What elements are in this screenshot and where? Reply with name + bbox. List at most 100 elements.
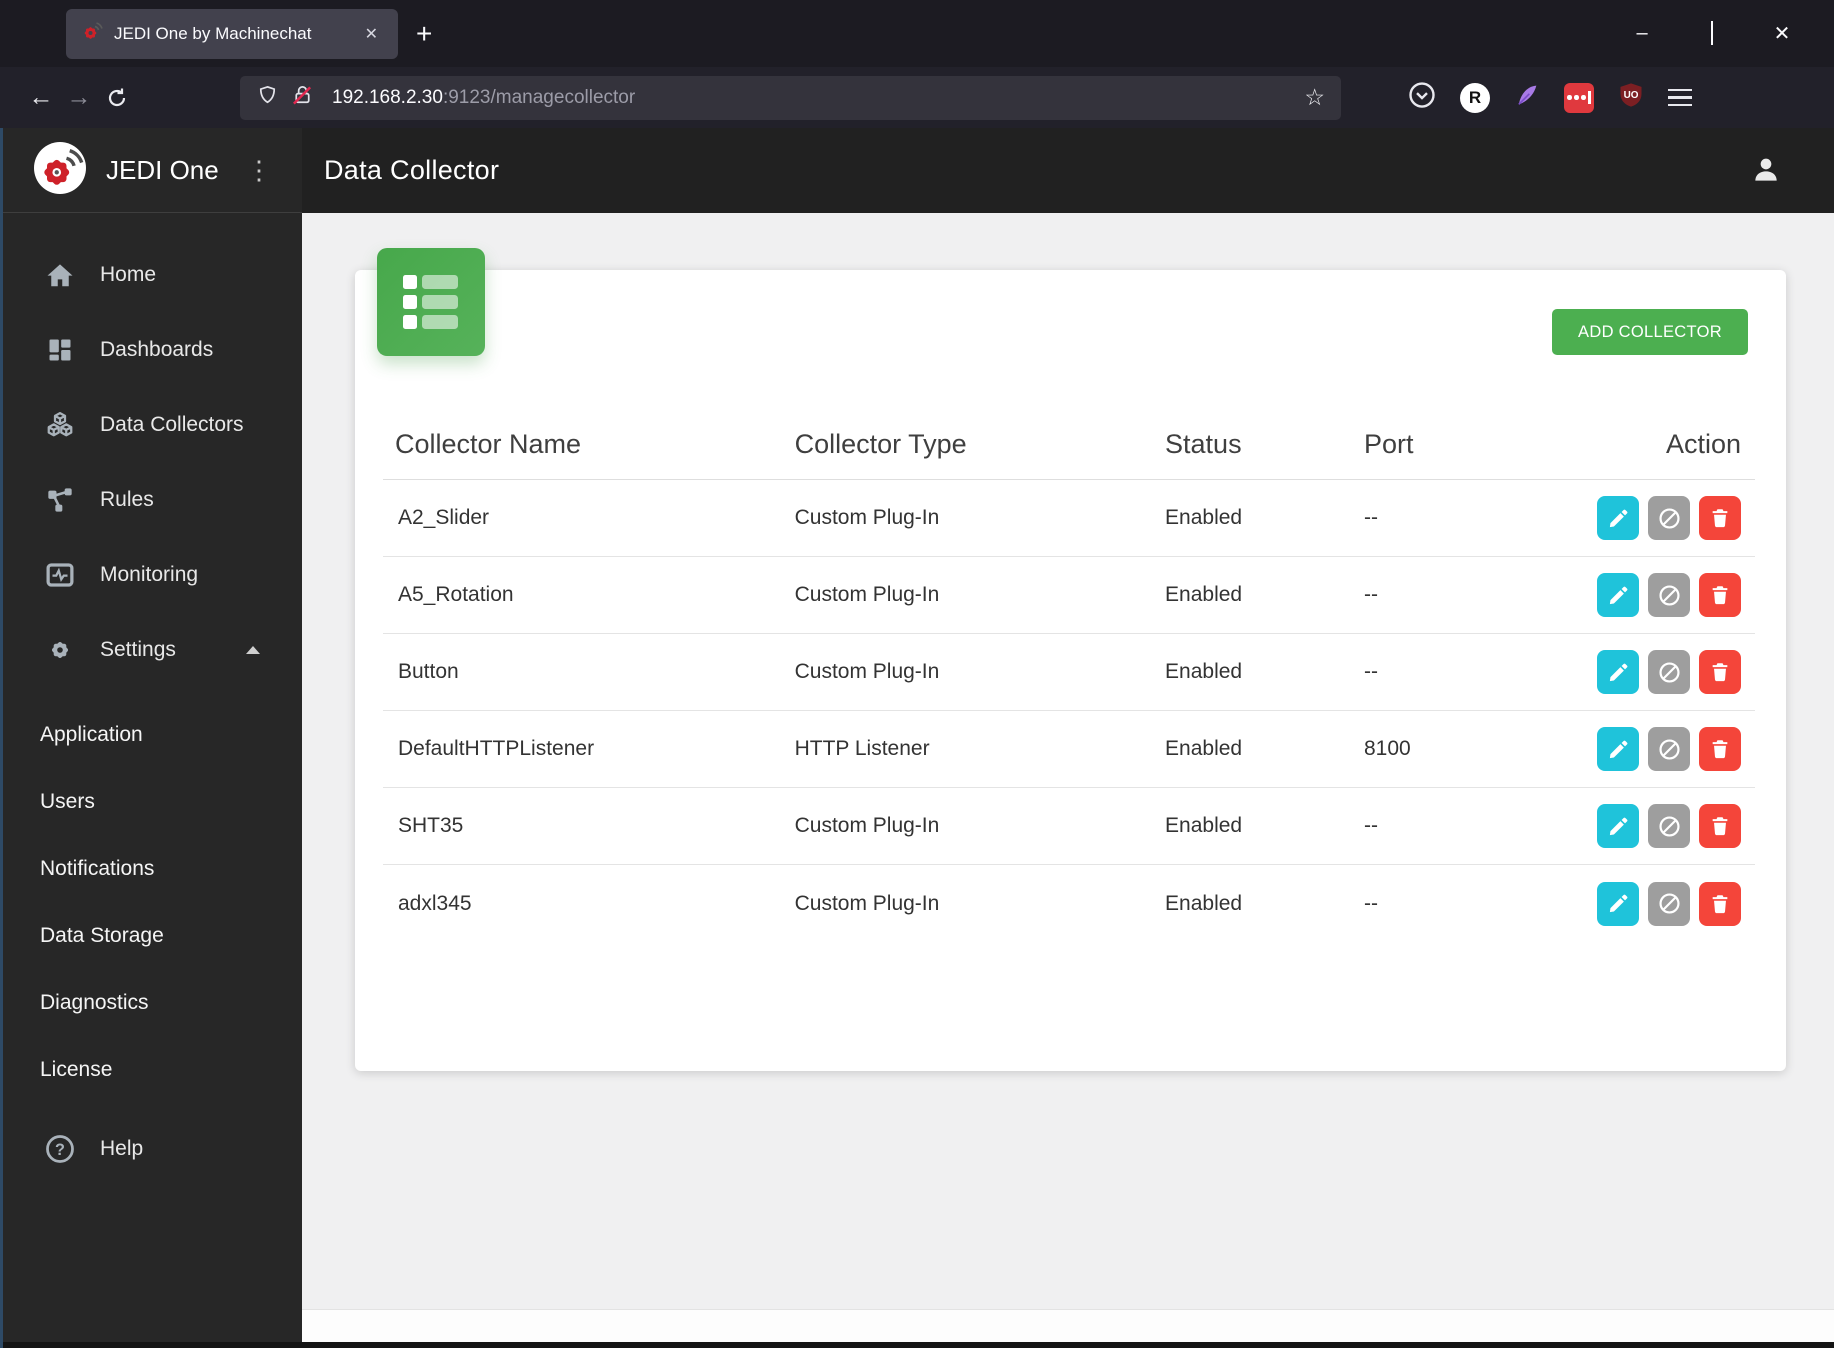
collector-table-body: A2_Slider Custom Plug-In Enabled -- A5_R…	[383, 480, 1755, 942]
collector-list-tile-icon	[377, 248, 485, 356]
minimize-button[interactable]: –	[1630, 22, 1654, 45]
sidebar-sub-license[interactable]: License	[0, 1036, 302, 1103]
collector-type-cell: Custom Plug-In	[794, 583, 940, 606]
account-person-icon[interactable]	[1750, 154, 1782, 191]
window-controls: – ✕	[1630, 0, 1834, 67]
data-collectors-icon	[44, 410, 76, 440]
edit-button[interactable]	[1597, 650, 1639, 694]
delete-button[interactable]	[1699, 727, 1741, 771]
delete-button[interactable]	[1699, 650, 1741, 694]
browser-tab[interactable]: JEDI One by Machinechat ✕	[66, 8, 398, 59]
edit-button[interactable]	[1597, 496, 1639, 540]
status-cell: Enabled	[1165, 814, 1243, 837]
brand-name: JEDI One	[106, 154, 219, 185]
table-row: A2_Slider Custom Plug-In Enabled --	[383, 480, 1755, 557]
main-content: Data Collector ADD COLLECTOR Collector N…	[302, 128, 1834, 1348]
sidebar-sub-label: License	[40, 1057, 113, 1081]
edit-button[interactable]	[1597, 727, 1639, 771]
url-path: :9123/managecollector	[442, 86, 636, 108]
delete-button[interactable]	[1699, 881, 1741, 926]
sidebar-item-home[interactable]: Home	[0, 237, 302, 312]
taskbar-edge	[0, 1342, 1834, 1348]
new-tab-button[interactable]: +	[416, 18, 432, 50]
url-text[interactable]: 192.168.2.30:9123/managecollector	[332, 87, 1292, 109]
table-row: DefaultHTTPListener HTTP Listener Enable…	[383, 711, 1755, 788]
settings-gear-icon	[44, 636, 76, 664]
port-cell: --	[1363, 891, 1378, 915]
sidebar-item-rules[interactable]: Rules	[0, 462, 302, 537]
sidebar-sub-data-storage[interactable]: Data Storage	[0, 902, 302, 969]
col-port: Port	[1363, 429, 1414, 459]
sidebar-sub-users[interactable]: Users	[0, 768, 302, 835]
bookmark-star-icon[interactable]: ☆	[1304, 84, 1325, 111]
r-extension-icon[interactable]: R	[1460, 82, 1490, 113]
disable-button[interactable]	[1648, 881, 1690, 926]
sidebar-sub-label: Diagnostics	[40, 990, 149, 1014]
add-collector-button[interactable]: ADD COLLECTOR	[1552, 309, 1748, 355]
sidebar-item-label: Rules	[100, 487, 154, 511]
tracking-shield-icon[interactable]	[256, 84, 279, 112]
status-cell: Enabled	[1165, 737, 1243, 760]
disable-button[interactable]	[1648, 727, 1690, 771]
collector-type-cell: Custom Plug-In	[794, 506, 940, 529]
collector-name-cell: A5_Rotation	[398, 583, 514, 606]
insecure-lock-icon[interactable]	[291, 84, 314, 112]
disable-button[interactable]	[1648, 573, 1690, 617]
port-cell: --	[1363, 660, 1378, 683]
sidebar-item-monitoring[interactable]: Monitoring	[0, 537, 302, 612]
collector-name-cell: DefaultHTTPListener	[398, 737, 595, 760]
sidebar-item-settings[interactable]: Settings	[0, 612, 302, 687]
action-cell	[1563, 573, 1755, 617]
sidebar-item-data-collectors[interactable]: Data Collectors	[0, 387, 302, 462]
browser-toolbar: ← → 192.168.2.30:9123/managecollector ☆	[0, 67, 1834, 128]
col-collector-type: Collector Type	[794, 429, 967, 459]
sidebar-item-label: Settings	[100, 637, 176, 661]
table-row: adxl345 Custom Plug-In Enabled --	[383, 865, 1755, 942]
feather-extension-icon[interactable]	[1513, 81, 1541, 114]
status-cell: Enabled	[1165, 891, 1243, 915]
edit-button[interactable]	[1597, 804, 1639, 848]
menu-hamburger-icon[interactable]	[1668, 88, 1692, 107]
edit-button[interactable]	[1597, 881, 1639, 926]
ublock-origin-icon[interactable]: UO	[1617, 81, 1645, 114]
close-window-button[interactable]: ✕	[1770, 21, 1794, 46]
collector-type-cell: HTTP Listener	[794, 737, 930, 760]
col-status: Status	[1165, 429, 1242, 459]
page-title: Data Collector	[324, 155, 500, 185]
brand-kebab-icon[interactable]: ⋮	[246, 155, 272, 186]
collector-type-cell: Custom Plug-In	[794, 660, 940, 683]
sidebar-sub-notifications[interactable]: Notifications	[0, 835, 302, 902]
url-bar[interactable]: 192.168.2.30:9123/managecollector ☆	[240, 75, 1341, 120]
collector-type-cell: Custom Plug-In	[794, 891, 940, 915]
page-header: Data Collector	[302, 128, 1834, 213]
pocket-icon[interactable]	[1407, 80, 1437, 115]
disable-button[interactable]	[1648, 650, 1690, 694]
sidebar-sub-application[interactable]: Application	[0, 701, 302, 768]
sidebar-item-help[interactable]: ? Help	[0, 1111, 302, 1186]
maximize-button[interactable]	[1700, 21, 1724, 45]
password-manager-extension-icon[interactable]	[1564, 82, 1594, 113]
disable-button[interactable]	[1648, 804, 1690, 848]
sidebar-brand: JEDI One ⋮	[0, 128, 302, 213]
back-icon[interactable]: ←	[22, 79, 60, 117]
delete-button[interactable]	[1699, 804, 1741, 848]
forward-icon[interactable]: →	[60, 79, 98, 117]
tab-title: JEDI One by Machinechat	[114, 23, 312, 43]
action-cell	[1563, 881, 1755, 926]
delete-button[interactable]	[1699, 496, 1741, 540]
sidebar-sub-diagnostics[interactable]: Diagnostics	[0, 969, 302, 1036]
status-cell: Enabled	[1165, 506, 1243, 529]
sidebar-item-label: Help	[100, 1136, 144, 1160]
delete-button[interactable]	[1699, 573, 1741, 617]
home-icon	[44, 260, 76, 290]
edit-button[interactable]	[1597, 573, 1639, 617]
tab-close-icon[interactable]: ✕	[359, 22, 384, 46]
disable-button[interactable]	[1648, 496, 1690, 540]
sidebar-sub-label: Users	[40, 789, 95, 813]
action-cell	[1563, 804, 1755, 848]
collector-name-cell: A2_Slider	[398, 506, 490, 529]
sidebar-item-label: Dashboards	[100, 337, 214, 361]
sidebar-item-dashboards[interactable]: Dashboards	[0, 312, 302, 387]
reload-icon[interactable]	[98, 79, 136, 117]
rules-icon	[44, 486, 76, 514]
